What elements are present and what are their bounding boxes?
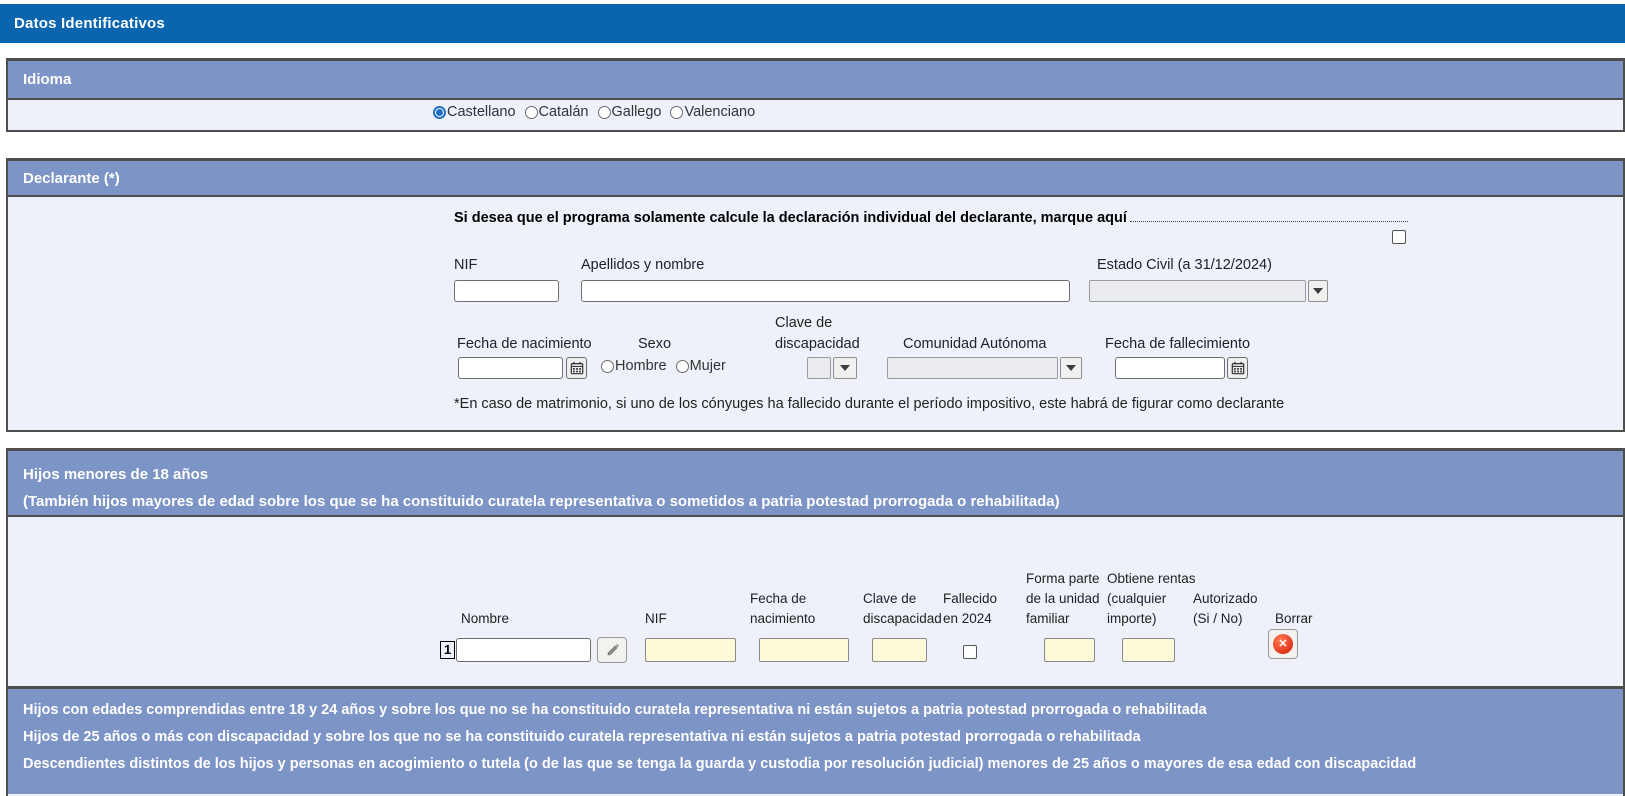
nif-label: NIF (454, 255, 477, 276)
pencil-icon (605, 643, 620, 658)
col-header-unidad-familiar: Forma parte de la unidad familiar (1026, 569, 1100, 629)
clave-discapacidad-dropdown-button[interactable] (833, 357, 857, 379)
section-otros-header: Hijos con edades comprendidas entre 18 y… (8, 689, 1623, 794)
dotted-leader (1130, 220, 1408, 222)
fecha-fallecimiento-label: Fecha de fallecimiento (1105, 334, 1250, 355)
hijo-nif-input[interactable] (645, 638, 736, 662)
col-header-autorizado: Autorizado (Si / No) (1193, 589, 1258, 629)
section-declarante: Declarante (*) Si desea que el programa … (6, 158, 1625, 432)
comunidad-field[interactable] (887, 357, 1058, 379)
radio-hombre-label: Hombre (615, 358, 667, 374)
chevron-down-icon (840, 365, 850, 371)
page-title: Datos Identificativos (14, 15, 165, 32)
hijo-unidad-familiar-input[interactable] (1044, 638, 1095, 662)
col-header-nif: NIF (645, 609, 667, 629)
nif-input[interactable] (454, 280, 559, 302)
section-hijos-title: Hijos menores de 18 años (23, 461, 1623, 488)
radio-mujer[interactable]: Mujer (676, 358, 726, 374)
hijo-obtiene-rentas-input[interactable] (1122, 638, 1175, 662)
section-idioma: Idioma Castellano Catalán Gallego Va (6, 58, 1625, 132)
sexo-radio-group: Hombre Mujer (601, 358, 735, 374)
section-idioma-title: Idioma (23, 71, 71, 88)
individual-declaration-note: Si desea que el programa solamente calcu… (454, 210, 1127, 226)
estado-civil-combo (1089, 280, 1328, 302)
comunidad-combo (887, 357, 1082, 379)
hijo-fallecido-checkbox[interactable] (963, 645, 977, 659)
clave-discapacidad-label: Clave de discapacidad (775, 313, 860, 355)
chevron-down-icon (1066, 365, 1076, 371)
radio-catalan-label: Catalán (539, 104, 589, 120)
calendar-icon (570, 361, 584, 375)
edit-nombre-button[interactable] (597, 637, 627, 663)
radio-castellano[interactable]: Castellano (433, 104, 516, 120)
fecha-nacimiento-label: Fecha de nacimiento (457, 334, 592, 355)
chevron-down-icon (1313, 288, 1323, 294)
radio-catalan[interactable]: Catalán (525, 104, 589, 120)
otros-line-2: Hijos de 25 años o más con discapacidad … (23, 724, 1623, 751)
fecha-nacimiento-input[interactable] (458, 357, 563, 379)
otros-line-1: Hijos con edades comprendidas entre 18 y… (23, 697, 1623, 724)
clave-discapacidad-field[interactable] (807, 357, 831, 379)
col-header-nombre: Nombre (461, 609, 509, 629)
radio-circle-icon[interactable] (670, 106, 683, 119)
estado-civil-label: Estado Civil (a 31/12/2024) (1097, 255, 1272, 276)
radio-castellano-label: Castellano (447, 104, 516, 120)
comunidad-label: Comunidad Autónoma (903, 334, 1047, 355)
clave-discapacidad-combo (807, 357, 857, 379)
row-number: 1 (440, 641, 455, 659)
delete-row-button[interactable]: ✕ (1268, 629, 1298, 659)
section-declarante-header: Declarante (*) (8, 161, 1623, 197)
individual-declaration-note-row: Si desea que el programa solamente calcu… (454, 210, 1408, 226)
estado-civil-field[interactable] (1089, 280, 1306, 302)
col-header-fallecido: Fallecido en 2024 (943, 589, 997, 629)
radio-circle-icon[interactable] (598, 106, 611, 119)
fecha-fallecimiento-input[interactable] (1115, 357, 1225, 379)
matrimonio-footnote: *En caso de matrimonio, si uno de los có… (454, 396, 1284, 412)
col-header-obtiene-rentas: Obtiene rentas (cualquier importe) (1107, 569, 1196, 629)
radio-mujer-label: Mujer (690, 358, 726, 374)
radio-gallego[interactable]: Gallego (598, 104, 662, 120)
section-declarante-title: Declarante (*) (23, 170, 120, 187)
delete-icon: ✕ (1273, 634, 1293, 654)
section-hijos-header: Hijos menores de 18 años (También hijos … (8, 451, 1623, 517)
datos-identificativos-page: Datos Identificativos Idioma Castellano … (0, 0, 1625, 796)
section-hijos-body: Nombre NIF Fecha de nacimiento Clave de … (8, 517, 1623, 684)
section-idioma-header: Idioma (8, 61, 1623, 100)
col-header-borrar: Borrar (1275, 609, 1313, 629)
radio-valenciano-label: Valenciano (684, 104, 755, 120)
hijo-clave-discapacidad-input[interactable] (872, 638, 927, 662)
fecha-nacimiento-calendar-button[interactable] (566, 357, 587, 379)
otros-line-3: Descendientes distintos de los hijos y p… (23, 751, 1623, 778)
estado-civil-dropdown-button[interactable] (1308, 280, 1328, 302)
section-idioma-body: Castellano Catalán Gallego Valenciano (8, 100, 1623, 128)
radio-valenciano[interactable]: Valenciano (670, 104, 755, 120)
radio-circle-icon[interactable] (676, 360, 689, 373)
apellidos-label: Apellidos y nombre (581, 255, 704, 276)
radio-circle-icon[interactable] (433, 106, 446, 119)
hijo-fecha-nacimiento-input[interactable] (759, 638, 849, 662)
radio-hombre[interactable]: Hombre (601, 358, 667, 374)
hijo-nombre-input[interactable] (456, 638, 591, 662)
radio-circle-icon[interactable] (601, 360, 614, 373)
radio-gallego-label: Gallego (612, 104, 662, 120)
section-hijos-subtitle: (También hijos mayores de edad sobre los… (23, 488, 1623, 515)
section-declarante-body: Si desea que el programa solamente calcu… (8, 197, 1623, 428)
radio-circle-icon[interactable] (525, 106, 538, 119)
fecha-fallecimiento-calendar-button[interactable] (1227, 357, 1248, 379)
col-header-clave-discapacidad: Clave de discapacidad (863, 589, 942, 629)
idioma-radio-group: Castellano Catalán Gallego Valenciano (433, 104, 764, 120)
section-otros-descendientes: Hijos con edades comprendidas entre 18 y… (6, 686, 1625, 796)
individual-declaration-checkbox[interactable] (1392, 230, 1406, 244)
page-title-bar: Datos Identificativos (0, 4, 1625, 43)
apellidos-input[interactable] (581, 280, 1070, 302)
col-header-fecha-nacimiento: Fecha de nacimiento (750, 589, 815, 629)
calendar-icon (1231, 361, 1245, 375)
comunidad-dropdown-button[interactable] (1060, 357, 1082, 379)
sexo-label: Sexo (638, 334, 671, 355)
section-hijos-menores: Hijos menores de 18 años (También hijos … (6, 448, 1625, 688)
